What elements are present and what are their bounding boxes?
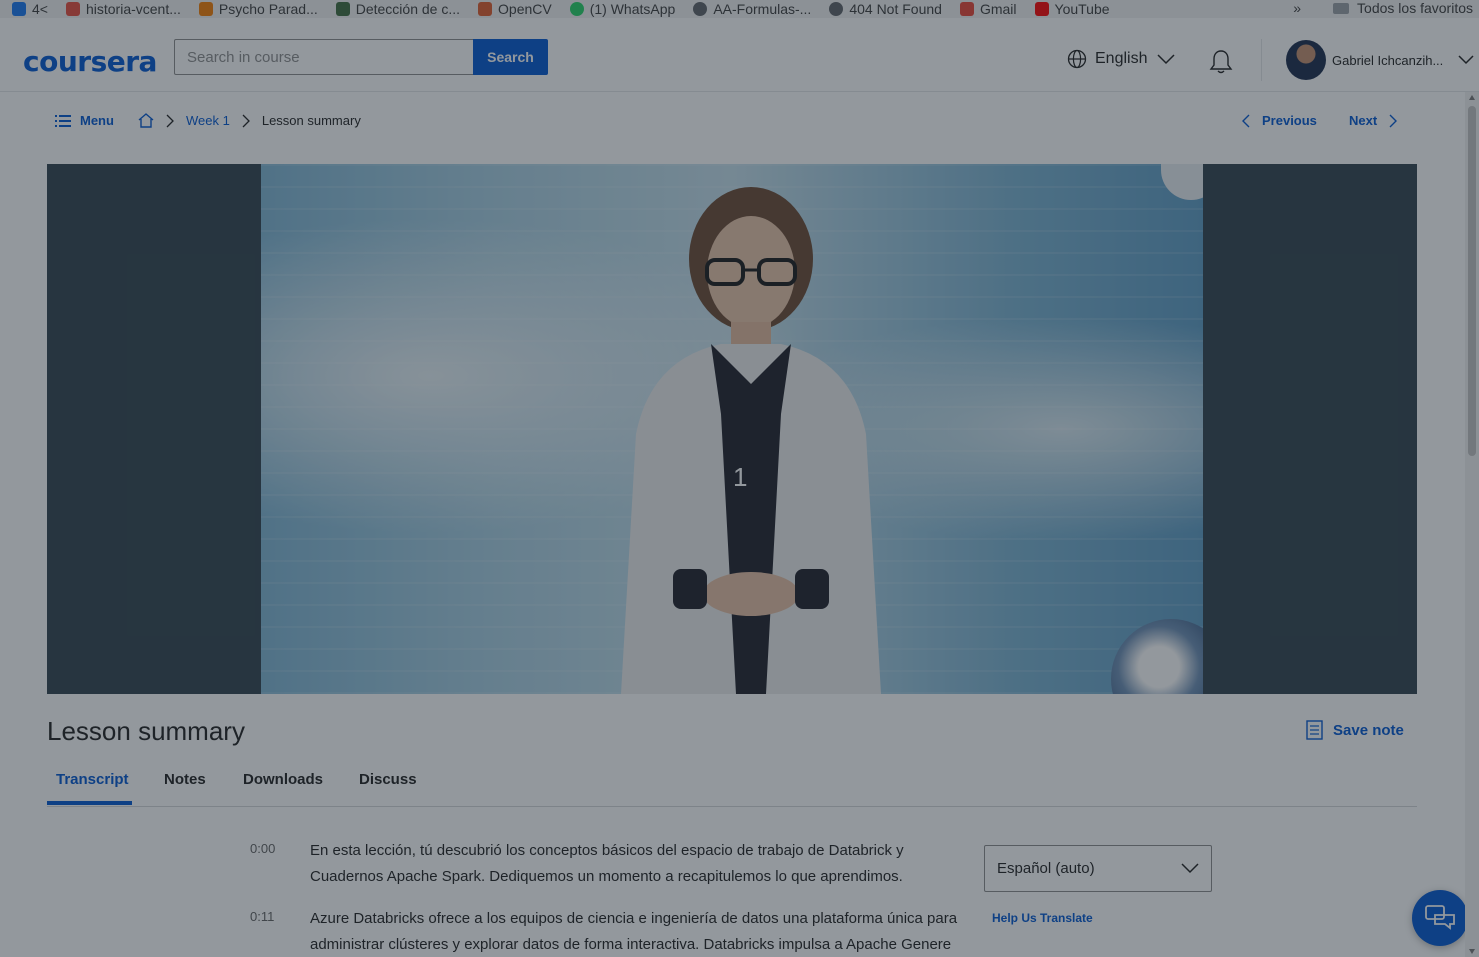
opencv-icon <box>478 2 493 16</box>
whatsapp-icon <box>569 2 584 16</box>
note-icon <box>1306 720 1323 740</box>
save-note-button[interactable]: Save note <box>1306 720 1404 740</box>
bookmark-label: Detección de c... <box>355 1 461 17</box>
video-frame <box>261 164 1203 694</box>
presenter-image <box>621 187 881 694</box>
transcript-timestamp[interactable]: 0:00 <box>250 838 310 890</box>
bookmark-label: AA-Formulas-... <box>713 1 812 17</box>
bookmarks-bar: 4< historia-vcent... Psycho Parad... Det… <box>0 0 1479 18</box>
scrollbar-thumb[interactable] <box>1468 106 1476 456</box>
breadcrumb-current: Lesson summary <box>261 113 361 128</box>
site-header: coursera Search English Gabriel Ichcanzi… <box>0 27 1479 92</box>
video-countdown: 1 <box>733 462 748 492</box>
bell-icon <box>1209 50 1233 74</box>
transcript-row[interactable]: 0:11 Azure Databricks ofrece a los equip… <box>250 906 960 957</box>
bookmarks-more-button[interactable]: » <box>1293 0 1301 16</box>
chevron-down-icon <box>1181 863 1199 874</box>
facebook-icon <box>12 2 26 16</box>
coursera-logo[interactable]: coursera <box>23 45 157 78</box>
blogger-icon <box>198 2 213 16</box>
next-button[interactable]: Next <box>1349 113 1398 128</box>
language-selector[interactable]: English <box>1067 49 1183 69</box>
folder-label: Todos los favoritos <box>1357 0 1473 16</box>
globe-icon <box>1067 49 1087 69</box>
chevron-right-icon <box>166 114 174 127</box>
bookmark-label: 4< <box>32 1 48 17</box>
home-icon[interactable] <box>138 113 154 128</box>
site-icon <box>335 2 350 16</box>
scroll-down-arrow-icon[interactable] <box>1469 949 1475 954</box>
help-translate-link[interactable]: Help Us Translate <box>992 911 1093 925</box>
transcript-text[interactable]: Azure Databricks ofrece a los equipos de… <box>310 906 960 957</box>
bookmark-item[interactable]: 404 Not Found <box>829 1 942 17</box>
avatar[interactable] <box>1286 40 1326 80</box>
notifications-button[interactable] <box>1209 49 1233 80</box>
transcript-timestamp[interactable]: 0:11 <box>250 906 310 957</box>
user-name[interactable]: Gabriel Ichcanzih... <box>1332 53 1443 68</box>
lesson-tabs: Transcript Notes Downloads Discuss <box>47 767 1417 807</box>
tab-transcript[interactable]: Transcript <box>56 771 129 788</box>
transcript-row[interactable]: 0:00 En esta lección, tú descubrió los c… <box>250 838 960 890</box>
menu-label: Menu <box>80 113 114 128</box>
bookmark-item[interactable]: (1) WhatsApp <box>569 1 676 17</box>
previous-button[interactable]: Previous <box>1242 113 1317 128</box>
transcript-language-value: Español (auto) <box>997 860 1095 877</box>
bookmark-item[interactable]: YouTube <box>1034 1 1110 17</box>
globe-icon <box>829 2 844 16</box>
chevron-left-icon <box>1242 114 1250 127</box>
previous-label: Previous <box>1262 113 1317 128</box>
bookmark-label: YouTube <box>1054 1 1110 17</box>
bookmark-label: Gmail <box>979 1 1017 17</box>
tab-notes[interactable]: Notes <box>164 771 206 788</box>
breadcrumb-week[interactable]: Week 1 <box>186 113 230 128</box>
page-title: Lesson summary <box>47 716 245 746</box>
chevron-down-icon[interactable] <box>1458 55 1474 65</box>
folder-icon <box>1333 2 1350 14</box>
next-label: Next <box>1349 113 1378 128</box>
bookmark-item[interactable]: historia-vcent... <box>65 1 181 17</box>
bookmark-label: historia-vcent... <box>85 1 181 17</box>
bookmark-label: OpenCV <box>498 1 552 17</box>
breadcrumb: Week 1 Lesson summary <box>138 113 361 128</box>
menu-button[interactable]: Menu <box>55 113 114 128</box>
list-icon <box>55 114 71 127</box>
chat-button[interactable] <box>1412 890 1468 946</box>
bookmark-item[interactable]: AA-Formulas-... <box>693 1 811 17</box>
chevron-right-icon <box>1389 114 1398 127</box>
bookmark-label: 404 Not Found <box>849 1 942 17</box>
youtube-icon <box>1034 2 1049 16</box>
page-scrollbar[interactable] <box>1465 92 1479 957</box>
chevron-right-icon <box>242 114 250 127</box>
tab-downloads[interactable]: Downloads <box>243 771 323 788</box>
chat-icon <box>1425 905 1455 930</box>
tab-discuss[interactable]: Discuss <box>359 771 417 788</box>
transcript-language-select[interactable]: Español (auto) <box>984 845 1212 892</box>
active-tab-indicator <box>47 801 132 805</box>
bookmark-item[interactable]: OpenCV <box>478 1 552 17</box>
header-divider <box>1261 39 1262 81</box>
search-button[interactable]: Search <box>473 39 548 75</box>
transcript-text[interactable]: En esta lección, tú descubrió los concep… <box>310 838 960 890</box>
bookmark-item[interactable]: Psycho Parad... <box>198 1 318 17</box>
bookmark-item[interactable]: 4< <box>12 1 48 17</box>
language-label: English <box>1095 50 1148 67</box>
search-input[interactable] <box>174 39 474 75</box>
save-note-label: Save note <box>1333 721 1404 739</box>
pinwheel-icon <box>65 2 80 16</box>
chevron-down-icon <box>1157 54 1176 65</box>
bookmark-label: Psycho Parad... <box>218 1 318 17</box>
globe-icon <box>693 2 708 16</box>
bookmark-item[interactable]: Detección de c... <box>335 1 461 17</box>
scroll-up-arrow-icon[interactable] <box>1469 95 1475 100</box>
bookmark-label: (1) WhatsApp <box>589 1 676 17</box>
gmail-icon <box>959 2 974 16</box>
all-bookmarks-folder[interactable]: Todos los favoritos <box>1333 0 1473 16</box>
video-player[interactable]: 1 <box>47 164 1417 694</box>
bookmark-item[interactable]: Gmail <box>959 1 1017 17</box>
